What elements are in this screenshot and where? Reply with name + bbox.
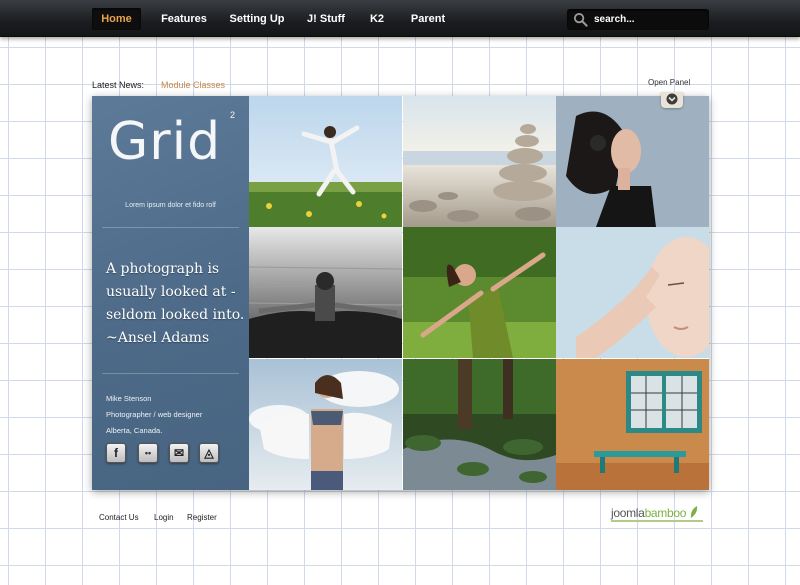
brand-prefix: joomla: [611, 506, 645, 520]
flickr-icon[interactable]: ••: [138, 443, 158, 463]
search-input[interactable]: [594, 11, 704, 28]
gallery-photo-forest-stream[interactable]: [403, 359, 556, 490]
footer-link-contact-us[interactable]: Contact Us: [99, 513, 139, 522]
latest-news-link[interactable]: Module Classes: [161, 80, 225, 90]
open-panel-link[interactable]: Open Panel: [648, 78, 690, 87]
mail-icon[interactable]: ✉: [169, 443, 189, 463]
nav-item-j-stuff[interactable]: J! Stuff: [303, 8, 349, 30]
nav-item-parent[interactable]: Parent: [406, 8, 450, 30]
gallery-photo-hand-face[interactable]: [556, 227, 709, 358]
site-tagline: Lorem ipsum dolor et fido rolf: [125, 202, 216, 209]
author-location: Alberta, Canada.: [106, 426, 163, 435]
nav-item-setting-up[interactable]: Setting Up: [227, 8, 287, 30]
gallery-photo-white-shirt-sky[interactable]: [249, 359, 402, 490]
footer-link-login[interactable]: Login: [154, 513, 174, 522]
gallery-photo-headphones[interactable]: [556, 96, 709, 227]
brand-logo[interactable]: joomlabamboo: [611, 506, 699, 520]
logo-superscript: 2: [230, 110, 236, 120]
main-showcase: Grid 2 Lorem ipsum dolor et fido rolf A …: [92, 96, 709, 490]
facebook-icon[interactable]: f: [106, 443, 126, 463]
gallery-photo-woman-water[interactable]: [249, 227, 402, 358]
gallery-photo-arms-open-grass[interactable]: [403, 227, 556, 358]
logo-text: Grid: [108, 112, 222, 172]
author-name: Mike Stenson: [106, 394, 152, 403]
latest-news-label: Latest News:: [92, 80, 145, 90]
gallery-photo-stacked-stones[interactable]: [403, 96, 556, 227]
gallery-photo-dancer-meadow[interactable]: [249, 96, 402, 227]
nav-item-k2[interactable]: K2: [364, 8, 390, 30]
author-role: Photographer / web designer: [106, 410, 203, 419]
sidebar-divider: [102, 373, 239, 374]
footer-link-register[interactable]: Register: [187, 513, 217, 522]
quote-text: A photograph is usually looked at - seld…: [106, 261, 245, 346]
bamboo-leaf-icon: [691, 506, 698, 518]
magnifier-icon[interactable]: [573, 12, 588, 27]
search-box: [567, 9, 709, 30]
nav-item-features[interactable]: Features: [156, 8, 212, 30]
brand-underline: [611, 520, 703, 522]
top-navigation-bar: Home Features Setting Up J! Stuff K2 Par…: [0, 0, 800, 37]
gallery-photo-orange-wall-bench[interactable]: [556, 359, 709, 490]
brand-suffix: bamboo: [644, 506, 687, 520]
sidebar-divider: [102, 227, 239, 228]
site-logo[interactable]: Grid 2: [108, 110, 248, 182]
panel-toggle-button[interactable]: [661, 92, 683, 108]
nav-item-home[interactable]: Home: [92, 8, 141, 30]
sidebar-panel: Grid 2 Lorem ipsum dolor et fido rolf A …: [92, 96, 249, 490]
chevron-down-icon: [666, 93, 678, 105]
feed-icon[interactable]: ◬: [199, 443, 219, 463]
